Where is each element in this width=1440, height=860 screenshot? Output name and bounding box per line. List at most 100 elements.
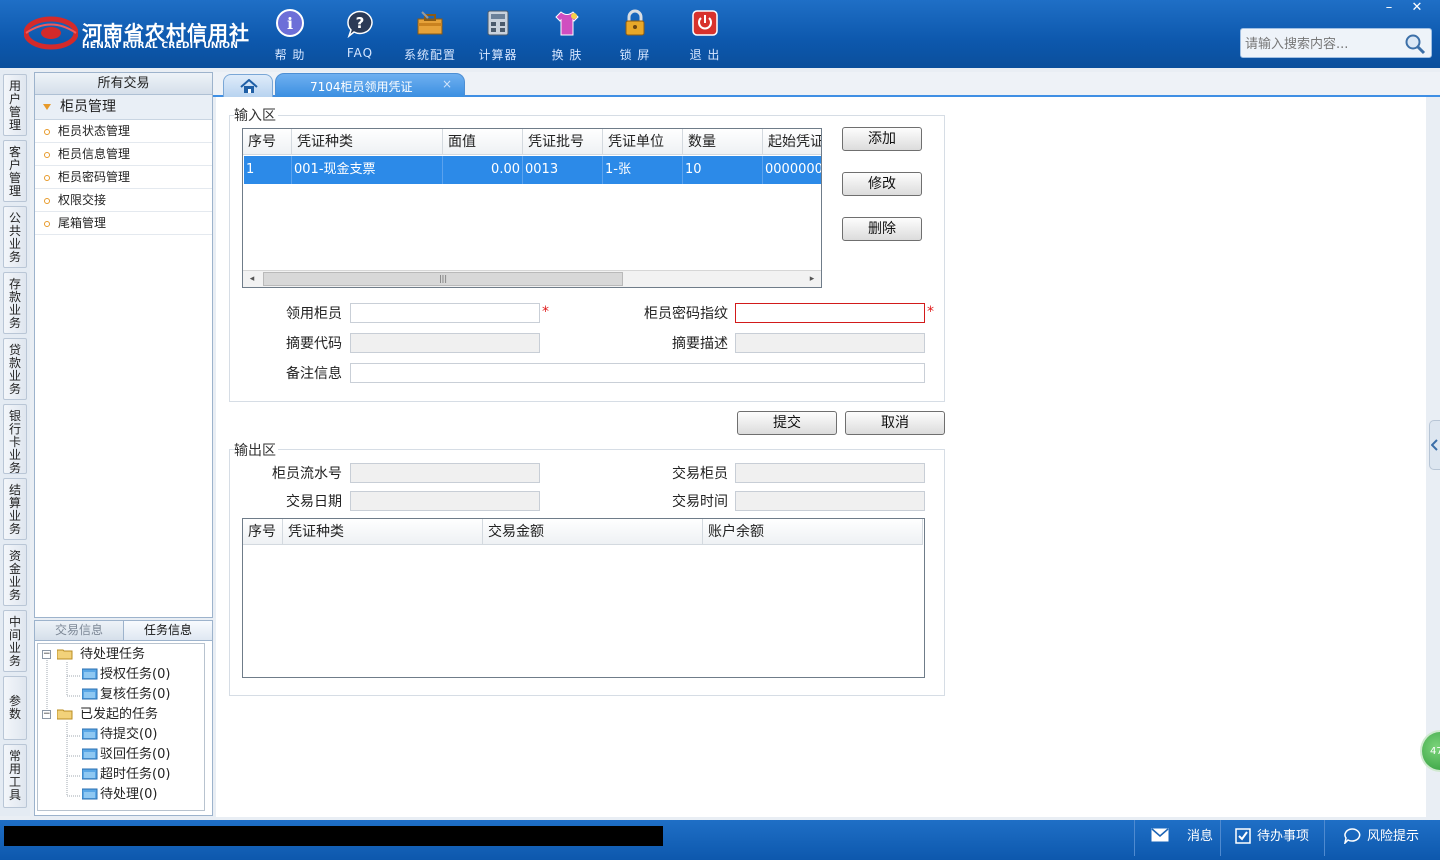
search-input[interactable] <box>1245 34 1405 54</box>
help-icon: i <box>276 9 304 37</box>
tree-node-pending-tasks[interactable]: − 待处理任务 <box>42 645 182 665</box>
cancel-button[interactable]: 取消 <box>845 411 945 435</box>
collapse-icon[interactable]: − <box>42 650 51 659</box>
svg-text:i: i <box>287 14 293 33</box>
cell-quantity: 10 <box>683 156 763 184</box>
nav-item-permission-handover[interactable]: 权限交接 <box>35 189 212 212</box>
table-row[interactable]: 1 001-现金支票 0.00 0013 1-张 10 000000000 <box>244 156 821 184</box>
tree-node-timeout-tasks[interactable]: 超时任务(0) <box>82 765 202 785</box>
edit-button[interactable]: 修改 <box>842 172 922 196</box>
nav-group-teller-management[interactable]: 柜员管理 <box>35 95 212 120</box>
vtab-customer-management[interactable]: 客户管理 <box>3 140 27 202</box>
remark-label: 备注信息 <box>286 366 342 382</box>
scroll-left-icon[interactable]: ◂ <box>243 271 261 287</box>
cell-voucher-type: 001-现金支票 <box>292 156 443 184</box>
tab-home[interactable] <box>223 74 273 97</box>
change-skin-button[interactable]: 换 肤 <box>535 8 599 62</box>
nav-item-teller-status[interactable]: 柜员状态管理 <box>35 120 212 143</box>
todo-label: 待办事项 <box>1257 829 1310 844</box>
tree-node-review-tasks[interactable]: 复核任务(0) <box>82 685 202 705</box>
summary-description-label: 摘要描述 <box>672 336 728 352</box>
column-header[interactable]: 序号 <box>243 519 283 545</box>
tree-node-label: 已发起的任务 <box>80 707 159 722</box>
scroll-thumb[interactable]: ||| <box>263 272 623 286</box>
summary-description-input[interactable] <box>735 333 925 353</box>
tree-node-label: 超时任务(0) <box>100 767 171 782</box>
cell-start-voucher: 000000000 <box>765 162 821 177</box>
side-panel-toggle[interactable] <box>1429 420 1440 470</box>
lock-screen-button[interactable]: 锁 屏 <box>603 8 667 62</box>
column-header[interactable]: 交易金额 <box>483 519 703 545</box>
column-header[interactable]: 面值 <box>443 129 523 155</box>
column-header[interactable]: 序号 <box>243 129 292 155</box>
chevron-left-icon <box>1431 439 1438 451</box>
messages-button[interactable]: 消息 <box>1134 820 1220 856</box>
tab-teller-voucher[interactable]: 7104柜员领用凭证 × <box>275 73 465 97</box>
vtab-bank-card-business[interactable]: 银行卡业务 <box>3 404 27 474</box>
nav-item-teller-password[interactable]: 柜员密码管理 <box>35 166 212 189</box>
nav-header[interactable]: 所有交易 <box>35 73 212 95</box>
tab-task-info[interactable]: 任务信息 <box>123 621 212 640</box>
column-header[interactable]: 凭证批号 <box>523 129 603 155</box>
cell-face-value: 0.00 <box>443 156 523 184</box>
faq-button[interactable]: ? FAQ <box>328 8 392 62</box>
tab-transaction-info[interactable]: 交易信息 <box>35 621 123 640</box>
output-grid: 序号 凭证种类 交易金额 账户余额 <box>242 518 925 678</box>
tree-node-rejected-tasks[interactable]: 驳回任务(0) <box>82 745 202 765</box>
column-header[interactable]: 起始凭证 <box>763 129 821 155</box>
column-header[interactable]: 凭证单位 <box>603 129 683 155</box>
collapse-icon[interactable]: − <box>42 710 51 719</box>
vtab-user-management[interactable]: 用户管理 <box>3 74 27 136</box>
system-config-button[interactable]: 系统配置 <box>398 8 462 62</box>
scroll-right-icon[interactable]: ▸ <box>803 271 821 287</box>
tree-node-to-submit[interactable]: 待提交(0) <box>82 725 202 745</box>
tree-node-to-process[interactable]: 待处理(0) <box>82 785 202 805</box>
vtab-loan-business[interactable]: 贷款业务 <box>3 338 27 400</box>
search-icon[interactable] <box>1403 32 1427 56</box>
remark-input[interactable] <box>350 363 925 383</box>
vtab-deposit-business[interactable]: 存款业务 <box>3 272 27 334</box>
transaction-time-label: 交易时间 <box>672 494 728 510</box>
submit-button[interactable]: 提交 <box>737 411 837 435</box>
transaction-date-input[interactable] <box>350 491 540 511</box>
column-header[interactable]: 凭证种类 <box>283 519 483 545</box>
vtab-common-tools[interactable]: 常用工具 <box>3 744 27 808</box>
teller-serial-input[interactable] <box>350 463 540 483</box>
help-button[interactable]: i 帮 助 <box>258 8 322 62</box>
transaction-teller-input[interactable] <box>735 463 925 483</box>
horizontal-scrollbar[interactable]: ◂ ||| ▸ <box>243 270 821 287</box>
column-header[interactable]: 数量 <box>683 129 763 155</box>
close-window-button[interactable]: ✕ <box>1404 0 1430 18</box>
shirt-icon <box>555 11 579 36</box>
minimize-button[interactable]: – <box>1376 0 1402 18</box>
teller-password-fingerprint-input[interactable] <box>735 303 925 323</box>
column-header[interactable]: 凭证种类 <box>292 129 443 155</box>
calculator-button[interactable]: 计算器 <box>466 8 530 62</box>
summary-code-label: 摘要代码 <box>286 336 342 352</box>
receiving-teller-input[interactable] <box>350 303 540 323</box>
risk-alert-button[interactable]: 风险提示 <box>1324 820 1440 856</box>
todo-button[interactable]: 待办事项 <box>1220 820 1324 856</box>
vtab-settlement-business[interactable]: 结算业务 <box>3 478 27 540</box>
tree-node-initiated-tasks[interactable]: − 已发起的任务 <box>42 705 182 725</box>
vtab-intermediary-business[interactable]: 中间业务 <box>3 610 27 672</box>
vtab-fund-business[interactable]: 资金业务 <box>3 544 27 606</box>
status-bar: 消息 待办事项 风险提示 <box>0 820 1440 860</box>
column-header[interactable]: 账户余额 <box>703 519 923 545</box>
bullet-icon <box>44 220 50 227</box>
nav-item-cash-box[interactable]: 尾箱管理 <box>35 212 212 235</box>
transaction-nav-panel: 所有交易 柜员管理 柜员状态管理 柜员信息管理 柜员密码管理 权限交接 尾箱管理 <box>34 72 213 618</box>
delete-button[interactable]: 删除 <box>842 217 922 241</box>
summary-code-input[interactable] <box>350 333 540 353</box>
tree-node-authorization-tasks[interactable]: 授权任务(0) <box>82 665 202 685</box>
folder-icon <box>82 768 98 780</box>
nav-item-teller-info[interactable]: 柜员信息管理 <box>35 143 212 166</box>
toolbox-icon <box>417 11 443 35</box>
tab-close-icon[interactable]: × <box>442 77 452 91</box>
logo-mark-icon <box>24 16 78 50</box>
exit-button[interactable]: 退 出 <box>673 8 737 62</box>
vtab-parameters[interactable]: 参数 <box>3 676 27 740</box>
vtab-public-business[interactable]: 公共业务 <box>3 206 27 268</box>
transaction-time-input[interactable] <box>735 491 925 511</box>
add-button[interactable]: 添加 <box>842 127 922 151</box>
